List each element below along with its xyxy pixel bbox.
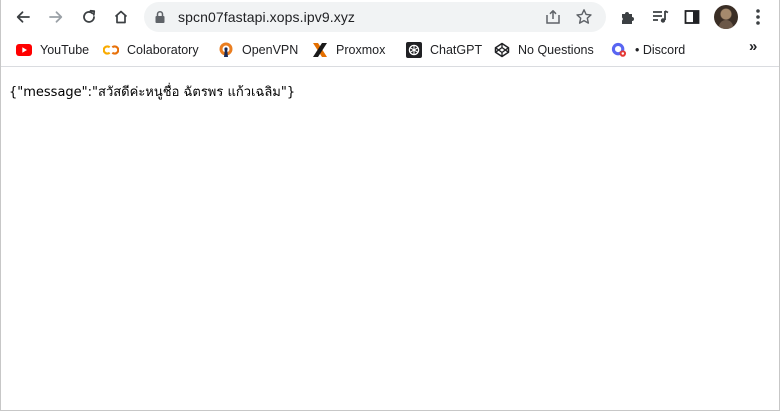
chatgpt-icon	[406, 42, 422, 58]
bookmark-label: YouTube	[40, 43, 90, 57]
media-queue-button[interactable]	[646, 3, 674, 31]
bookmarks-bar: YouTube Colaboratory OpenVPN Proxmox Cha…	[1, 34, 779, 67]
bookmark-chatgpt[interactable]: ChatGPT	[406, 40, 482, 60]
bookmark-no-questions[interactable]: No Questions	[494, 40, 594, 60]
extensions-button[interactable]	[614, 3, 642, 31]
url-text[interactable]: spcn07fastapi.xops.ipv9.xyz	[178, 9, 355, 25]
star-icon[interactable]	[575, 8, 593, 26]
home-button[interactable]	[107, 3, 135, 31]
bookmark-openvpn[interactable]: OpenVPN	[218, 40, 298, 60]
bookmark-label: No Questions	[518, 43, 594, 57]
avatar[interactable]	[714, 5, 738, 29]
browser-window: spcn07fastapi.xops.ipv9.xyz YouTube Cola…	[0, 0, 780, 411]
share-icon[interactable]	[544, 8, 562, 26]
bookmark-label: Proxmox	[336, 43, 386, 57]
proxmox-icon	[312, 42, 328, 58]
arrow-left-icon	[16, 11, 30, 23]
extensions-icon	[622, 12, 634, 24]
back-button[interactable]	[9, 3, 37, 31]
bookmark-youtube[interactable]: YouTube	[16, 40, 89, 60]
reload-button[interactable]	[75, 3, 103, 31]
bookmark-label: ChatGPT	[430, 43, 483, 57]
menu-button[interactable]	[744, 3, 772, 31]
bookmark-colaboratory[interactable]: Colaboratory	[103, 40, 199, 60]
address-bar[interactable]: spcn07fastapi.xops.ipv9.xyz	[144, 2, 606, 32]
colab-icon	[103, 42, 119, 58]
side-panel-icon	[684, 10, 700, 24]
bookmark-discord[interactable]: • Discord	[611, 40, 685, 60]
youtube-icon	[16, 42, 32, 58]
codepen-icon	[494, 42, 510, 58]
arrow-right-icon	[49, 11, 63, 23]
openvpn-icon	[218, 42, 234, 58]
reload-icon	[83, 9, 96, 23]
bookmark-label: Colaboratory	[127, 43, 199, 57]
discord-icon	[611, 42, 627, 58]
browser-toolbar: spcn07fastapi.xops.ipv9.xyz	[1, 0, 779, 34]
lock-icon[interactable]	[154, 10, 166, 24]
side-panel-button[interactable]	[678, 3, 706, 31]
json-response-text: {"message":"สวัสดีค่ะหนูชื่อ ฉัตรพร แก้ว…	[9, 85, 296, 100]
bookmarks-overflow-button[interactable]: »	[749, 38, 757, 55]
forward-button[interactable]	[42, 3, 70, 31]
page-content: {"message":"สวัสดีค่ะหนูชื่อ ฉัตรพร แก้ว…	[1, 67, 779, 410]
home-icon	[114, 10, 128, 24]
menu-icon	[756, 9, 760, 25]
bookmark-proxmox[interactable]: Proxmox	[312, 40, 385, 60]
media-queue-icon	[653, 10, 669, 23]
bookmark-label: OpenVPN	[242, 43, 299, 57]
bookmark-label: • Discord	[635, 43, 686, 57]
